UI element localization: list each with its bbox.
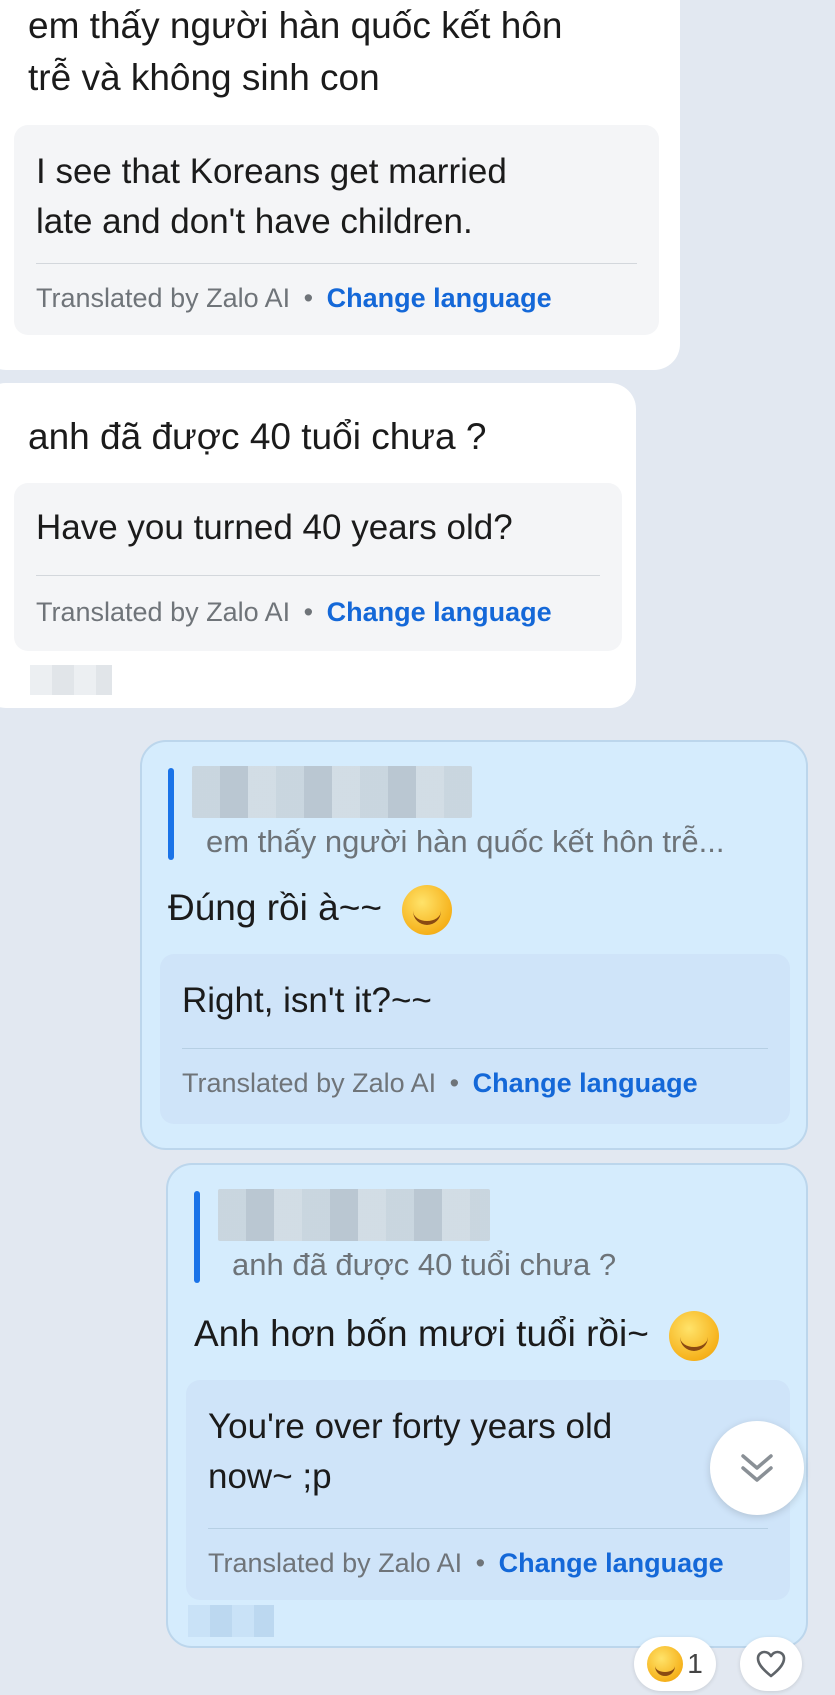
translation-footer: Translated by Zalo AI • Change language — [36, 597, 552, 628]
redacted-timestamp — [188, 1605, 274, 1637]
separator-dot: • — [449, 1068, 460, 1098]
double-chevron-down-icon — [741, 1454, 773, 1482]
quoted-message: em thấy người hàn quốc kết hôn trễ... — [206, 824, 725, 859]
divider — [182, 1048, 768, 1049]
separator-dot: • — [303, 283, 314, 313]
translation-card: Have you turned 40 years old? Translated… — [14, 483, 622, 651]
separator-dot: • — [475, 1548, 486, 1578]
change-language-link[interactable]: Change language — [327, 283, 552, 313]
translation-text: Right, isn't it?~~ — [182, 981, 432, 1020]
translation-card: Right, isn't it?~~ Translated by Zalo AI… — [160, 954, 790, 1124]
reaction-count: 1 — [687, 1648, 703, 1679]
grinning-face-emoji — [402, 885, 453, 936]
change-language-link[interactable]: Change language — [327, 597, 552, 627]
translated-by-label: Translated by Zalo AI — [36, 283, 291, 313]
translation-footer: Translated by Zalo AI • Change language — [208, 1548, 724, 1579]
divider — [208, 1528, 768, 1529]
redacted-quote-sender — [192, 766, 472, 818]
message-text: em thấy người hàn quốc kết hôn trễ và kh… — [28, 5, 563, 98]
divider — [36, 263, 637, 264]
heart-icon — [756, 1650, 786, 1678]
translation-text: You're over forty years old now~ ;p — [208, 1407, 613, 1496]
translation-footer: Translated by Zalo AI • Change language — [36, 283, 552, 314]
message-bubble-outgoing[interactable]: anh đã được 40 tuổi chưa ? Anh hơn bốn m… — [166, 1163, 808, 1648]
astonished-face-emoji — [647, 1646, 684, 1682]
change-language-link[interactable]: Change language — [499, 1548, 724, 1578]
translated-by-label: Translated by Zalo AI — [208, 1548, 463, 1578]
divider — [36, 575, 600, 576]
change-language-link[interactable]: Change language — [473, 1068, 698, 1098]
redacted-timestamp — [30, 665, 112, 695]
translated-by-label: Translated by Zalo AI — [182, 1068, 437, 1098]
message-text: Anh hơn bốn mươi tuổi rồi~ — [194, 1308, 720, 1362]
like-button[interactable] — [740, 1637, 802, 1691]
message-bubble-outgoing[interactable]: em thấy người hàn quốc kết hôn trễ... Đú… — [140, 740, 808, 1150]
quoted-message: anh đã được 40 tuổi chưa ? — [232, 1247, 617, 1282]
face-with-hand-over-mouth-emoji — [669, 1311, 720, 1362]
translation-card: You're over forty years old now~ ;p Tran… — [186, 1380, 790, 1600]
message-text: Đúng rồi à~~ — [168, 882, 453, 936]
redacted-quote-sender — [218, 1189, 490, 1241]
translation-text: I see that Koreans get married late and … — [36, 152, 507, 241]
quote-bar — [168, 768, 174, 860]
translated-by-label: Translated by Zalo AI — [36, 597, 291, 627]
message-bubble-incoming[interactable]: anh đã được 40 tuổi chưa ? Have you turn… — [0, 383, 636, 708]
quote-bar — [194, 1191, 200, 1283]
scroll-to-bottom-button[interactable] — [710, 1421, 804, 1515]
message-bubble-incoming[interactable]: em thấy người hàn quốc kết hôn trễ và kh… — [0, 0, 680, 370]
message-text: anh đã được 40 tuổi chưa ? — [28, 416, 487, 457]
reaction-count-pill[interactable]: 1 — [634, 1637, 716, 1691]
separator-dot: • — [303, 597, 314, 627]
translation-footer: Translated by Zalo AI • Change language — [182, 1068, 698, 1099]
translation-text: Have you turned 40 years old? — [36, 508, 513, 547]
translation-card: I see that Koreans get married late and … — [14, 125, 659, 335]
